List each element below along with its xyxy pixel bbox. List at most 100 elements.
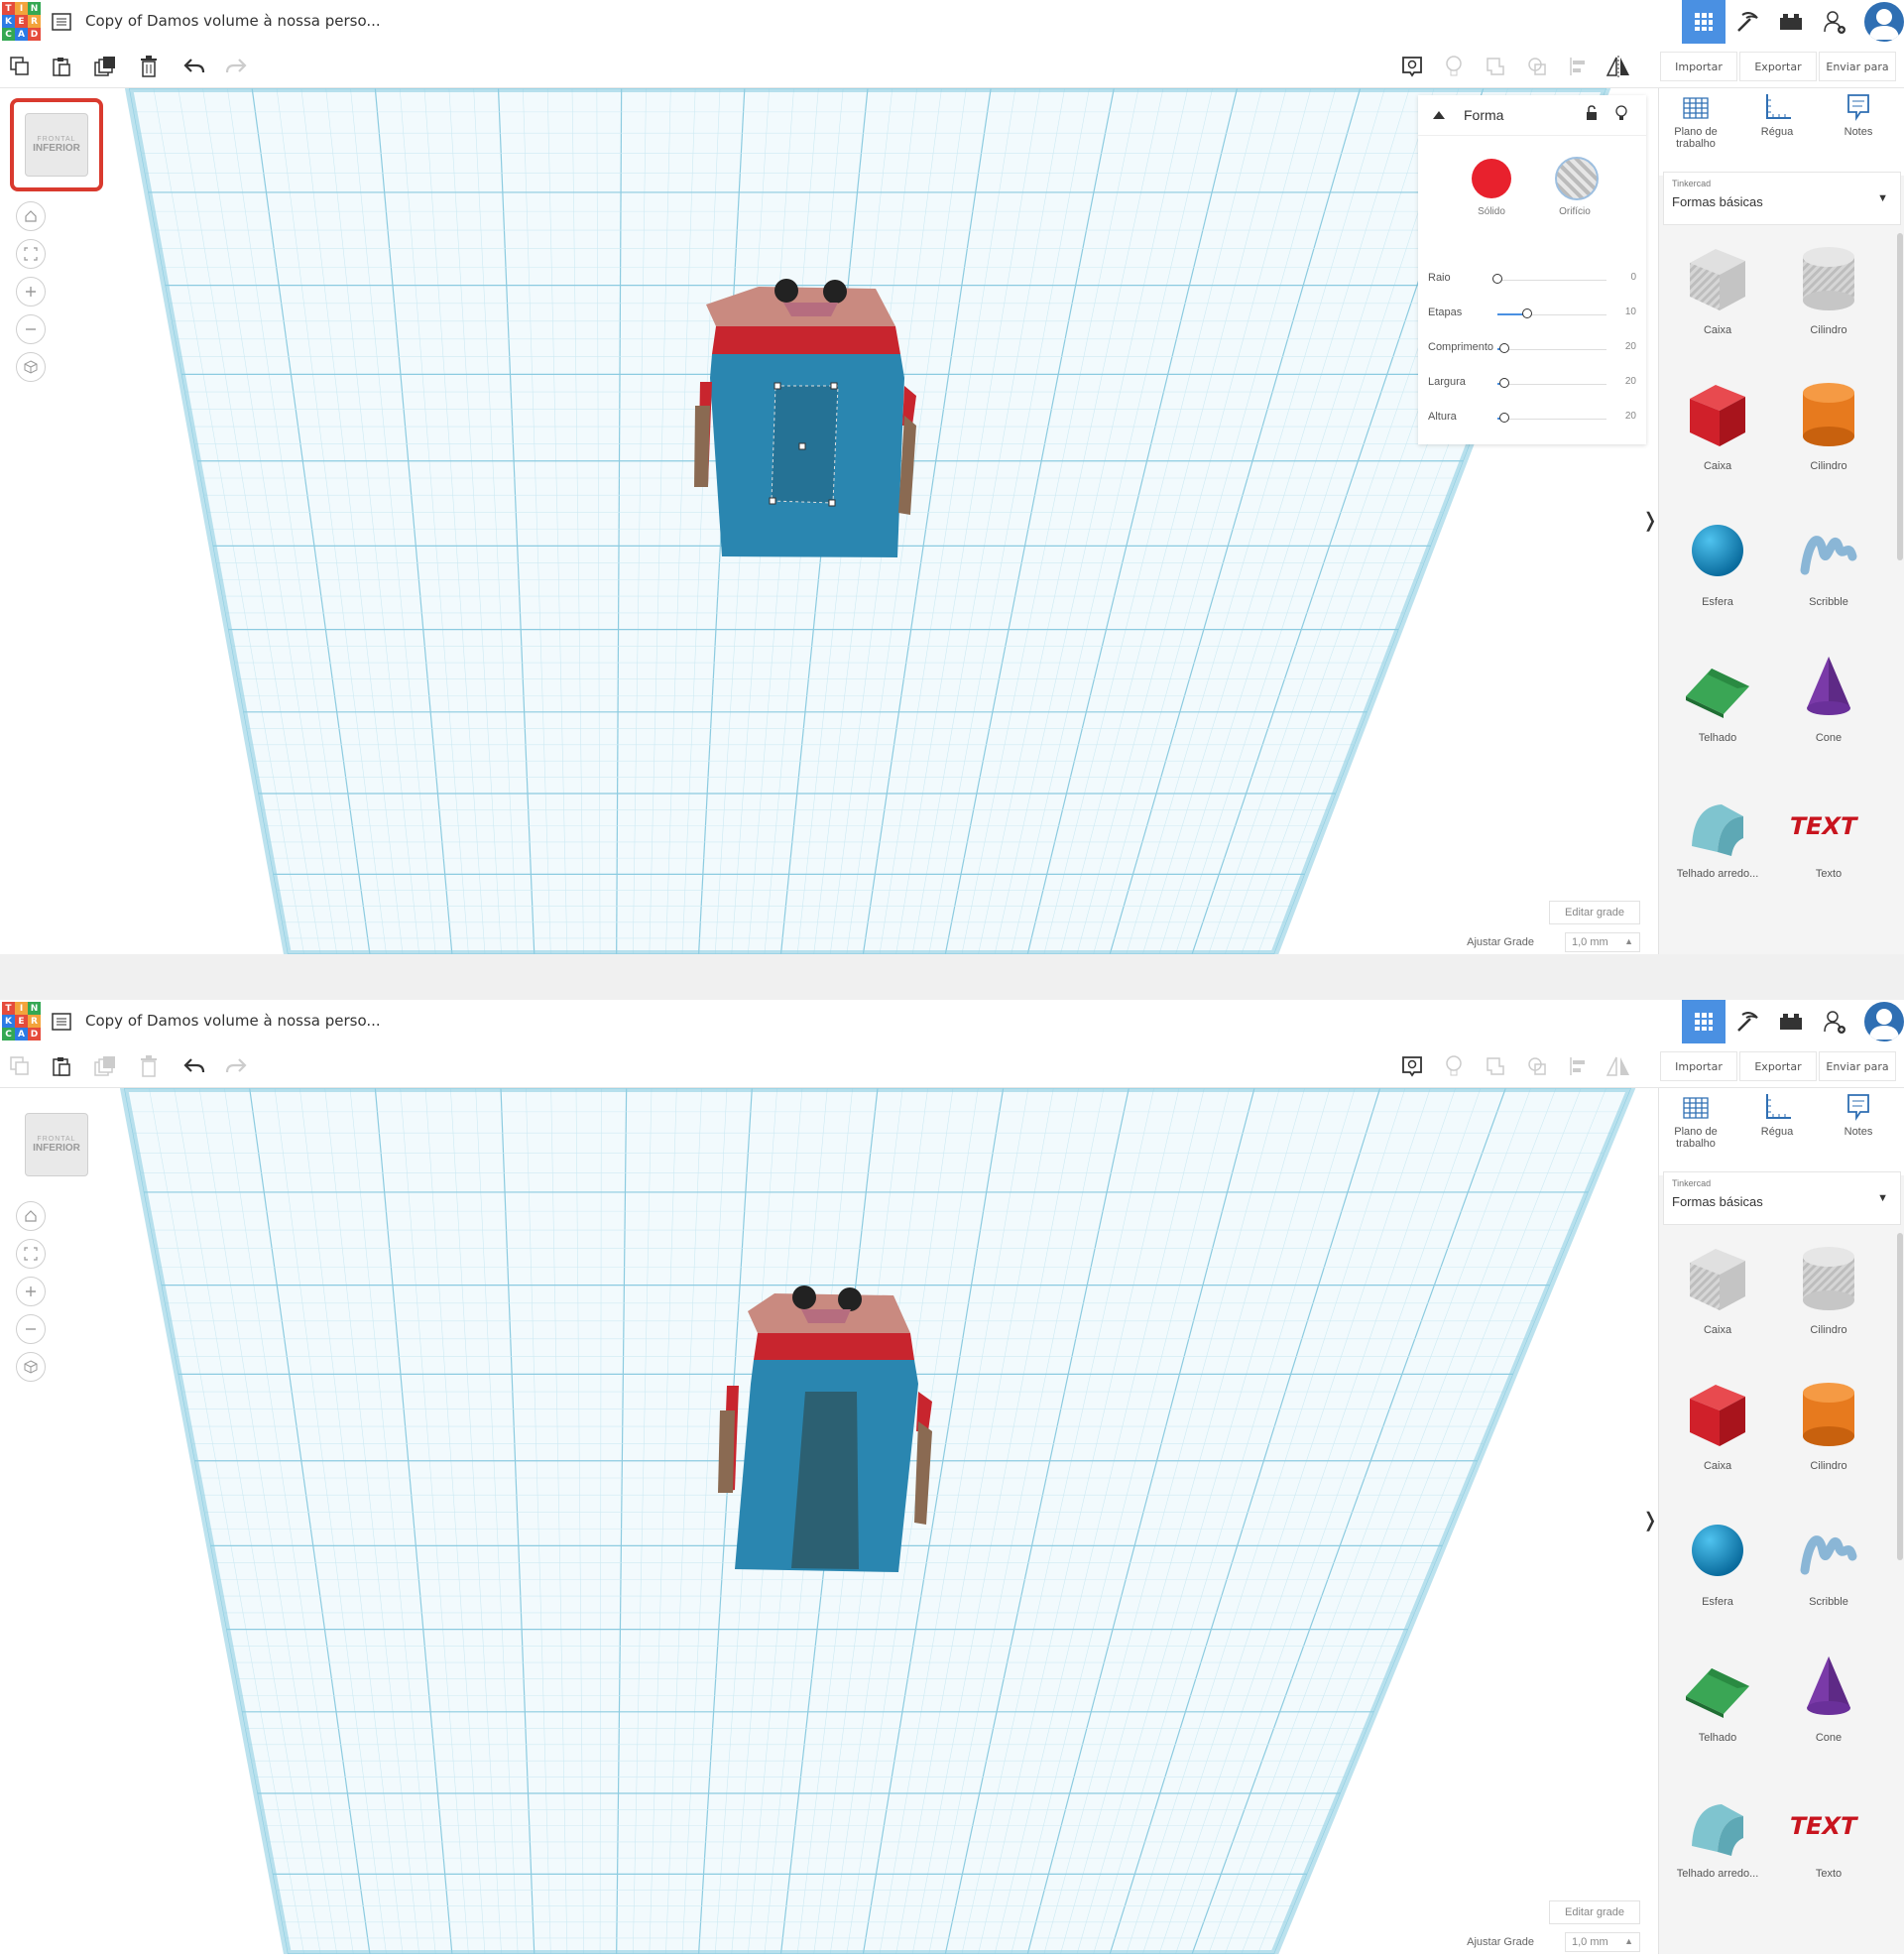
project-title[interactable]: Copy of Damos volume à nossa perso... bbox=[85, 12, 381, 30]
shape-tile[interactable]: Telhado bbox=[1663, 1641, 1772, 1760]
workplane-canvas[interactable]: FRONTAL INFERIOR Editar grade Ajustar Gr… bbox=[0, 1088, 1658, 1954]
param-value[interactable]: 0 bbox=[1630, 272, 1636, 283]
3d-view-button[interactable] bbox=[1682, 1000, 1726, 1043]
collapse-sidebar-button[interactable]: ❭ bbox=[1642, 505, 1658, 535]
ungroup-button[interactable] bbox=[1523, 53, 1551, 80]
view-cube[interactable]: FRONTAL INFERIOR bbox=[10, 98, 103, 191]
tab-notes[interactable]: Notes bbox=[1824, 92, 1893, 172]
view-toggle-button[interactable] bbox=[1398, 1052, 1426, 1080]
perspective-button[interactable] bbox=[16, 1352, 46, 1382]
snap-grid-select[interactable]: 1,0 mm ▲ bbox=[1565, 932, 1640, 952]
light-button[interactable] bbox=[1440, 53, 1468, 80]
bricks-button[interactable] bbox=[1769, 0, 1813, 44]
param-row[interactable]: Comprimento 20 bbox=[1428, 339, 1636, 359]
undo-button[interactable] bbox=[180, 53, 208, 80]
param-row[interactable]: Etapas 10 bbox=[1428, 305, 1636, 324]
shape-tile[interactable]: Esfera bbox=[1663, 505, 1772, 624]
workplane-grid[interactable] bbox=[0, 88, 1658, 954]
export-button[interactable]: Exportar bbox=[1739, 52, 1817, 81]
delete-button[interactable] bbox=[135, 53, 163, 80]
shape-tile[interactable]: Esfera bbox=[1663, 1505, 1772, 1624]
view-toggle-button[interactable] bbox=[1398, 53, 1426, 80]
library-select[interactable]: Tinkercad Formas básicas ▼ bbox=[1663, 172, 1901, 225]
zoom-in-button[interactable] bbox=[16, 1277, 46, 1306]
design-list-icon[interactable] bbox=[52, 1012, 71, 1032]
delete-button[interactable] bbox=[135, 1052, 163, 1080]
shape-tile[interactable]: Caixa bbox=[1663, 369, 1772, 488]
send-to-button[interactable]: Enviar para bbox=[1819, 1051, 1896, 1081]
mirror-button[interactable] bbox=[1605, 1052, 1632, 1080]
shape-tile[interactable]: Telhado bbox=[1663, 641, 1772, 760]
tinkercad-logo[interactable]: T I N K E R C A D bbox=[2, 2, 42, 42]
param-slider[interactable] bbox=[1492, 274, 1502, 284]
duplicate-button[interactable] bbox=[91, 1052, 119, 1080]
snap-grid-select[interactable]: 1,0 mm ▲ bbox=[1565, 1932, 1640, 1952]
group-button[interactable] bbox=[1482, 1052, 1509, 1080]
param-value[interactable]: 10 bbox=[1625, 306, 1636, 317]
shape-tile[interactable]: Telhado arredo... bbox=[1663, 777, 1772, 896]
redo-button[interactable] bbox=[222, 1052, 250, 1080]
group-button[interactable] bbox=[1482, 53, 1509, 80]
collapse-inspector-button[interactable] bbox=[1432, 107, 1446, 125]
shape-tile[interactable]: Scribble bbox=[1774, 505, 1883, 624]
workplane-grid[interactable] bbox=[0, 1088, 1658, 1954]
zoom-in-button[interactable] bbox=[16, 277, 46, 306]
view-cube[interactable]: FRONTAL INFERIOR bbox=[12, 1100, 101, 1189]
zoom-out-button[interactable] bbox=[16, 1314, 46, 1344]
tinkercad-logo[interactable]: T I N K E R C A D bbox=[2, 1002, 42, 1041]
3d-model[interactable] bbox=[694, 279, 916, 557]
fit-view-button[interactable] bbox=[16, 1239, 46, 1269]
home-view-button[interactable] bbox=[16, 1201, 46, 1231]
paste-button[interactable] bbox=[48, 53, 75, 80]
shape-tile[interactable]: TEXT Texto bbox=[1774, 1776, 1883, 1896]
tab-workplane[interactable]: Plano de trabalho bbox=[1661, 92, 1730, 172]
param-value[interactable]: 20 bbox=[1625, 341, 1636, 352]
visibility-button[interactable] bbox=[1614, 105, 1628, 128]
shape-tile[interactable]: Cilindro bbox=[1774, 369, 1883, 488]
bricks-button[interactable] bbox=[1769, 1000, 1813, 1043]
shape-tile[interactable]: Caixa bbox=[1663, 1369, 1772, 1488]
import-button[interactable]: Importar bbox=[1660, 52, 1737, 81]
copy-button[interactable] bbox=[6, 1052, 34, 1080]
param-row[interactable]: Altura 20 bbox=[1428, 409, 1636, 429]
param-slider[interactable] bbox=[1498, 413, 1509, 423]
export-button[interactable]: Exportar bbox=[1739, 1051, 1817, 1081]
invite-user-button[interactable] bbox=[1813, 0, 1856, 44]
design-list-icon[interactable] bbox=[52, 12, 71, 32]
shape-tile[interactable]: Caixa bbox=[1663, 1233, 1772, 1352]
param-slider[interactable] bbox=[1521, 308, 1532, 318]
shape-tile[interactable]: TEXT Texto bbox=[1774, 777, 1883, 896]
align-button[interactable] bbox=[1565, 53, 1593, 80]
shape-tile[interactable]: Telhado arredo... bbox=[1663, 1776, 1772, 1896]
send-to-button[interactable]: Enviar para bbox=[1819, 52, 1896, 81]
paste-button[interactable] bbox=[48, 1052, 75, 1080]
align-button[interactable] bbox=[1565, 1052, 1593, 1080]
collapse-sidebar-button[interactable]: ❭ bbox=[1642, 1505, 1658, 1534]
sidebar-scrollbar[interactable] bbox=[1897, 233, 1903, 560]
shape-tile[interactable]: Cilindro bbox=[1774, 233, 1883, 352]
copy-button[interactable] bbox=[6, 53, 34, 80]
edit-grid-button[interactable]: Editar grade bbox=[1549, 1900, 1640, 1924]
shape-tile[interactable]: Caixa bbox=[1663, 233, 1772, 352]
workplane-canvas[interactable]: FRONTAL INFERIOR Forma Sólido Orifício R… bbox=[0, 88, 1658, 954]
shape-tile[interactable]: Cone bbox=[1774, 1641, 1883, 1760]
param-row[interactable]: Largura 20 bbox=[1428, 374, 1636, 394]
perspective-button[interactable] bbox=[16, 352, 46, 382]
3d-view-button[interactable] bbox=[1682, 0, 1726, 44]
zoom-out-button[interactable] bbox=[16, 314, 46, 344]
user-avatar[interactable] bbox=[1864, 2, 1904, 42]
sidebar-scrollbar[interactable] bbox=[1897, 1233, 1903, 1560]
redo-button[interactable] bbox=[222, 53, 250, 80]
ungroup-button[interactable] bbox=[1523, 1052, 1551, 1080]
home-view-button[interactable] bbox=[16, 201, 46, 231]
param-value[interactable]: 20 bbox=[1625, 411, 1636, 422]
view-cube-face[interactable]: FRONTAL INFERIOR bbox=[25, 1113, 88, 1176]
user-avatar[interactable] bbox=[1864, 1002, 1904, 1041]
undo-button[interactable] bbox=[180, 1052, 208, 1080]
tab-ruler[interactable]: Régua bbox=[1742, 1092, 1812, 1171]
lock-button[interactable] bbox=[1585, 105, 1599, 126]
codeblocks-button[interactable] bbox=[1726, 1000, 1769, 1043]
import-button[interactable]: Importar bbox=[1660, 1051, 1737, 1081]
shape-tile[interactable]: Scribble bbox=[1774, 1505, 1883, 1624]
tab-notes[interactable]: Notes bbox=[1824, 1092, 1893, 1171]
